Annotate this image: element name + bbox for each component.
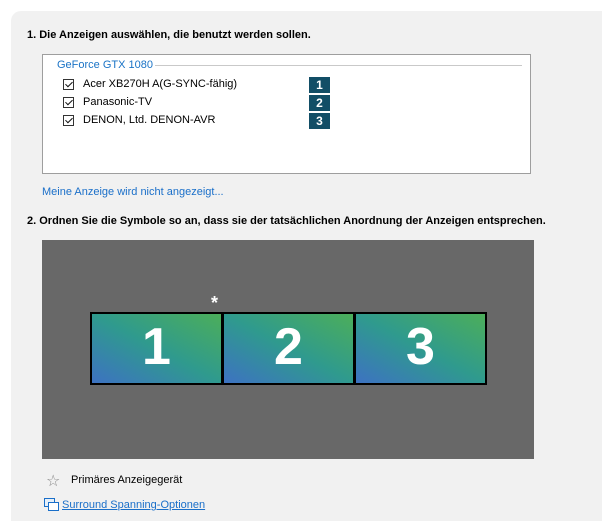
monitor-number-3: 3 [406,318,435,376]
display-checkbox-3[interactable] [63,115,74,126]
primary-marker: * [210,293,218,313]
group-divider [153,65,522,66]
display-name-3: DENON, Ltd. DENON-AVR [83,114,216,126]
display-selection-group: GeForce GTX 1080 Acer XB270H A(G-SYNC-fä… [42,54,531,174]
monitor-icon-1[interactable]: 1 * [90,294,223,385]
display-not-shown-link[interactable]: Meine Anzeige wird nicht angezeigt... [42,186,224,198]
display-name-2: Panasonic-TV [83,96,153,108]
monitor-number-2: 2 [274,318,303,376]
star-outline-icon: ☆ [46,473,61,490]
primary-display-label: Primäres Anzeigegerät [71,474,183,486]
monitor-icon-3[interactable]: 3 [354,312,487,385]
display-number-badge-1: 1 [309,77,330,93]
surround-icon [44,498,59,511]
section1-heading: 1. Die Anzeigen auswählen, die benutzt w… [27,29,311,41]
display-checkbox-1[interactable] [63,79,74,90]
monitor-number-1: 1 [142,318,171,376]
section2-heading: 2. Ordnen Sie die Symbole so an, dass si… [27,215,546,227]
monitor-arrangement-canvas[interactable]: 1 * 2 3 [42,240,534,459]
display-name-1: Acer XB270H A(G-SYNC-fähig) [83,78,238,90]
display-checkbox-2[interactable] [63,97,74,108]
display-number-badge-3: 3 [309,113,330,129]
display-number-badge-2: 2 [309,95,330,111]
surround-spanning-label: Surround Spanning-Optionen [62,499,206,511]
monitor-icon-2[interactable]: 2 [222,312,355,385]
gpu-name: GeForce GTX 1080 [55,59,155,71]
